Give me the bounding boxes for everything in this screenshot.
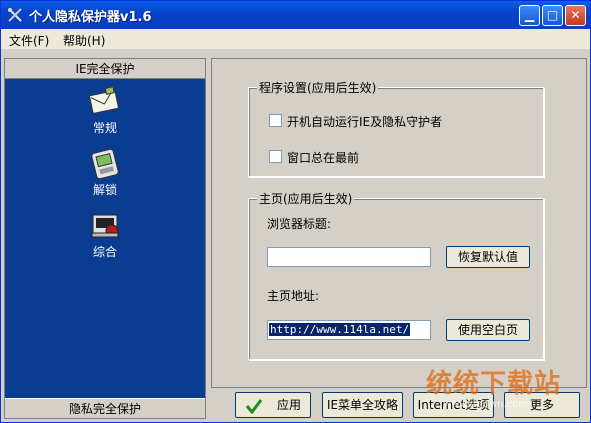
minimize-icon: ▁ — [524, 8, 535, 22]
restore-default-button[interactable]: 恢复默认值 — [446, 246, 530, 268]
envelope-icon — [88, 87, 120, 115]
sidebar-item-label: 解锁 — [92, 183, 117, 197]
sidebar-item-label: 常规 — [92, 121, 117, 135]
close-button[interactable]: ✕ — [565, 5, 586, 26]
sidebar-item-general[interactable]: 常规 — [65, 87, 145, 136]
sidebar-item-label: 综合 — [92, 245, 117, 259]
use-blank-page-button[interactable]: 使用空白页 — [446, 319, 530, 341]
browser-title-label: 浏览器标题: — [267, 217, 332, 231]
maximize-icon: □ — [546, 8, 559, 22]
watermark-url: www.itdown.com — [443, 399, 529, 410]
ie-menu-guide-button[interactable]: IE菜单全攻略 — [322, 392, 403, 418]
topmost-label: 窗口总在最前 — [287, 151, 360, 165]
homepage-address-input[interactable]: http://www.114la.net/ — [267, 320, 431, 340]
homepage-group: 主页(应用后生效) 浏览器标题: 恢复默认值 主页地址: http://www.… — [248, 190, 544, 360]
window-title: 个人隐私保护器v1.6 — [29, 10, 152, 25]
program-settings-title: 程序设置(应用后生效) — [257, 79, 379, 96]
sidebar-item-comprehensive[interactable]: 综合 — [65, 211, 145, 260]
maximize-button[interactable]: □ — [542, 5, 563, 26]
menu-help[interactable]: 帮助(H) — [63, 32, 105, 49]
sidebar-item-unlock[interactable]: 解锁 — [65, 149, 145, 198]
homepage-address-value: http://www.114la.net/ — [269, 323, 411, 336]
topmost-checkbox[interactable] — [269, 150, 282, 163]
close-icon: ✕ — [570, 8, 581, 22]
browser-title-input[interactable] — [267, 247, 431, 267]
sidebar-footer-privacy-protection[interactable]: 隐私完全保护 — [5, 398, 205, 418]
watermark-logo: 统统下载站 — [426, 369, 562, 399]
tools-icon — [8, 8, 22, 22]
program-settings-group: 程序设置(应用后生效) 开机自动运行IE及隐私守护者 窗口总在最前 — [248, 79, 544, 177]
homepage-title: 主页(应用后生效) — [257, 190, 355, 207]
apply-label: 应用 — [276, 398, 301, 412]
settings-panel: 程序设置(应用后生效) 开机自动运行IE及隐私守护者 窗口总在最前 主页(应用后… — [211, 58, 587, 388]
checkmark-icon — [245, 398, 263, 414]
menu-file[interactable]: 文件(F) — [9, 32, 49, 49]
sidebar-header-ie-protection[interactable]: IE完全保护 — [5, 59, 205, 79]
autorun-label: 开机自动运行IE及隐私守护者 — [287, 115, 443, 129]
apply-button[interactable]: 应用 — [235, 392, 311, 418]
homepage-address-label: 主页地址: — [267, 289, 320, 303]
minimize-button[interactable]: ▁ — [519, 5, 540, 26]
sidebar: IE完全保护 常规 解锁 综合 隐私完全保护 — [4, 58, 206, 419]
pda-icon — [91, 149, 119, 179]
computer-stack-icon — [91, 214, 119, 238]
menu-bar: 文件(F) 帮助(H) — [1, 29, 590, 49]
autorun-checkbox[interactable] — [269, 114, 282, 127]
app-window: 个人隐私保护器v1.6 ▁ □ ✕ 文件(F) 帮助(H) IE完全保护 常规 … — [0, 0, 591, 423]
title-bar[interactable]: 个人隐私保护器v1.6 ▁ □ ✕ — [1, 1, 590, 29]
